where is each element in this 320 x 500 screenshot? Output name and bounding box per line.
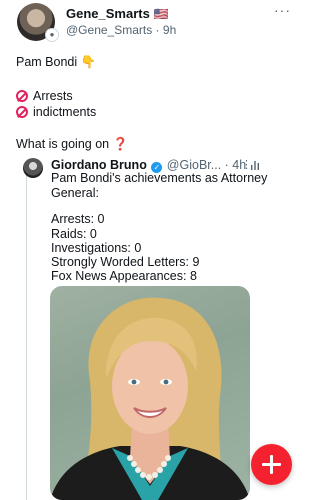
- us-flag-icon: 🇺🇸: [153, 7, 169, 21]
- avatar-badge-icon: ●: [45, 28, 59, 42]
- quoted-more-icon[interactable]: ⋮: [241, 158, 252, 171]
- prohibited-icon: [16, 90, 28, 102]
- question-mark-icon: ❓: [112, 137, 129, 151]
- post-line-arrests-text: Arrests: [33, 89, 73, 103]
- quoted-text-line: General:: [51, 186, 99, 200]
- thread-line: [26, 170, 27, 500]
- quoted-text-line: Strongly Worded Letters: 9: [51, 255, 200, 269]
- post-line-question-text: What is going on: [16, 137, 113, 151]
- quoted-text-line: Investigations: 0: [51, 241, 142, 255]
- quoted-author-handle: @GioBr...: [166, 158, 222, 172]
- handle-separator: ·: [152, 23, 163, 37]
- more-horizontal-icon[interactable]: ···: [274, 2, 291, 18]
- quoted-text-line: Fox News Appearances: 8: [51, 269, 197, 283]
- author-handle[interactable]: @Gene_Smarts: [66, 23, 152, 37]
- quoted-text-line: Pam Bondi's achievements as Attorney: [51, 171, 268, 185]
- post-line-arrests: Arrests: [16, 89, 73, 103]
- post-time[interactable]: 9h: [163, 23, 176, 37]
- quoted-text-line: Arrests: 0: [51, 212, 105, 226]
- quoted-text-line: Raids: 0: [51, 227, 97, 241]
- quoted-author-avatar[interactable]: [23, 158, 43, 178]
- author-handle-line: @Gene_Smarts · 9h: [66, 23, 176, 37]
- post-line-indictments-text: indictments: [33, 105, 97, 119]
- quoted-author-name: Giordano Bruno: [51, 158, 147, 172]
- prohibited-icon: [16, 106, 28, 118]
- portrait-photo[interactable]: [50, 286, 250, 500]
- post-header: ● Gene_Smarts 🇺🇸 @Gene_Smarts · 9h ···: [0, 0, 304, 46]
- quoted-separator: ·: [221, 158, 233, 172]
- author-name-text: Gene_Smarts: [66, 6, 150, 21]
- compose-plus-button[interactable]: [251, 444, 292, 485]
- post-line-pam-bondi: Pam Bondi 👇: [16, 55, 97, 69]
- post-line-question: What is going on ❓: [16, 137, 128, 152]
- post-line-indictments: indictments: [16, 105, 96, 119]
- author-display-name[interactable]: Gene_Smarts 🇺🇸: [66, 6, 168, 21]
